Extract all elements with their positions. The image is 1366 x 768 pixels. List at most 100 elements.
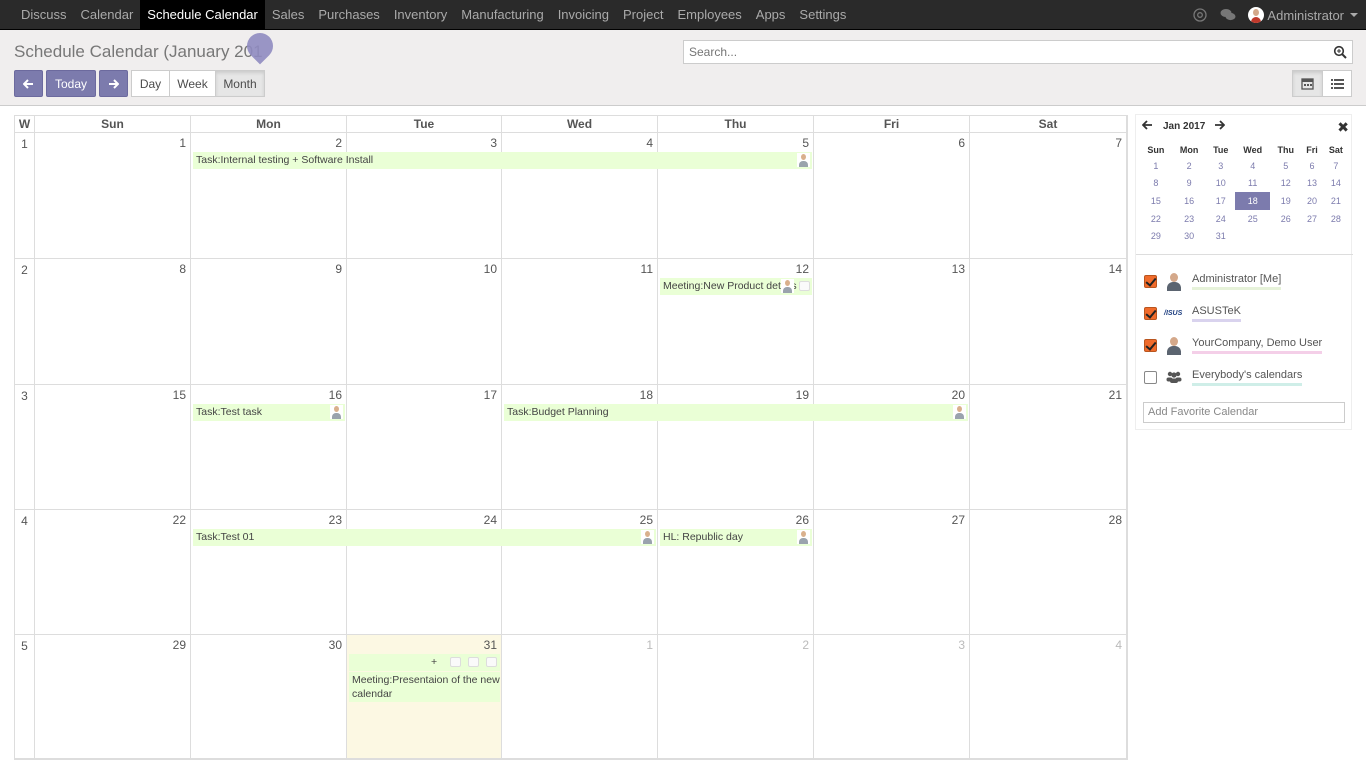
- mini-calendar-day[interactable]: 13: [1301, 175, 1323, 193]
- mini-calendar-day[interactable]: 29: [1140, 227, 1172, 245]
- menu-item-discuss[interactable]: Discuss: [14, 0, 74, 29]
- user-menu[interactable]: Administrator: [1248, 7, 1358, 23]
- filter-checkbox[interactable]: [1144, 274, 1157, 288]
- calendar-filter[interactable]: Administrator [Me]: [1144, 270, 1282, 292]
- mini-calendar-day[interactable]: 15: [1140, 192, 1172, 210]
- calendar-event[interactable]: Meeting:Presentaion of the new calendar: [349, 672, 500, 702]
- mini-calendar-day[interactable]: 7: [1323, 157, 1349, 175]
- search-icon[interactable]: [1333, 45, 1347, 59]
- day-cell[interactable]: 3: [814, 635, 970, 759]
- mini-calendar-day[interactable]: 4: [1235, 157, 1270, 175]
- calendar-event[interactable]: Task:Internal testing + Software Install: [193, 152, 812, 169]
- calendar-event[interactable]: Task:Budget Planning: [504, 404, 968, 421]
- mini-calendar-day[interactable]: 9: [1172, 175, 1207, 193]
- calendar-icon: [1301, 78, 1314, 90]
- mini-calendar-day[interactable]: 14: [1323, 175, 1349, 193]
- mini-calendar-day[interactable]: 6: [1301, 157, 1323, 175]
- mini-calendar-day[interactable]: 19: [1270, 192, 1301, 210]
- day-cell[interactable]: 14: [970, 259, 1127, 385]
- chat-icon[interactable]: [1218, 5, 1238, 25]
- view-month-button[interactable]: Month: [215, 70, 265, 97]
- mini-calendar-day[interactable]: 2: [1172, 157, 1207, 175]
- menu-item-project[interactable]: Project: [616, 0, 670, 29]
- view-day-button[interactable]: Day: [131, 70, 170, 97]
- mini-calendar-day[interactable]: 25: [1235, 210, 1270, 228]
- add-favorite-calendar-input[interactable]: Add Favorite Calendar: [1143, 402, 1345, 423]
- menu-item-settings[interactable]: Settings: [792, 0, 853, 29]
- menu-item-manufacturing[interactable]: Manufacturing: [454, 0, 550, 29]
- attendee-avatar: [1164, 335, 1184, 355]
- mini-calendar-day[interactable]: 20: [1301, 192, 1323, 210]
- day-cell[interactable]: 29: [35, 635, 191, 759]
- calendar-filter[interactable]: YourCompany, Demo User: [1144, 334, 1323, 356]
- day-cell[interactable]: 27: [814, 510, 970, 635]
- mini-calendar-day[interactable]: 5: [1270, 157, 1301, 175]
- filter-checkbox[interactable]: [1144, 338, 1157, 352]
- calendar-event[interactable]: Task:Test 01: [193, 529, 656, 546]
- mini-calendar-day[interactable]: 11: [1235, 175, 1270, 193]
- day-number: 1: [179, 136, 186, 150]
- day-cell[interactable]: 30: [191, 635, 347, 759]
- today-button[interactable]: Today: [46, 70, 96, 97]
- menu-item-schedule-calendar[interactable]: Schedule Calendar: [140, 0, 265, 29]
- mini-calendar-day[interactable]: 26: [1270, 210, 1301, 228]
- mini-calendar-day[interactable]: 24: [1206, 210, 1235, 228]
- day-cell[interactable]: 9: [191, 259, 347, 385]
- list-view-button[interactable]: [1322, 70, 1352, 97]
- day-cell[interactable]: 7: [970, 133, 1127, 259]
- mini-calendar-day[interactable]: 16: [1172, 192, 1207, 210]
- day-cell[interactable]: 6: [814, 133, 970, 259]
- day-cell[interactable]: 1: [35, 133, 191, 259]
- mini-next-month-button[interactable]: [1214, 119, 1226, 133]
- mini-calendar-day[interactable]: 28: [1323, 210, 1349, 228]
- mini-calendar-day[interactable]: 21: [1323, 192, 1349, 210]
- mini-calendar-day[interactable]: 12: [1270, 175, 1301, 193]
- mini-prev-month-button[interactable]: [1141, 119, 1153, 133]
- calendar-event[interactable]: Task:Test task: [193, 404, 345, 421]
- mini-calendar-day[interactable]: 18: [1235, 192, 1271, 210]
- menu-item-purchases[interactable]: Purchases: [311, 0, 386, 29]
- mini-calendar-day[interactable]: 8: [1140, 175, 1172, 193]
- menu-item-calendar[interactable]: Calendar: [74, 0, 141, 29]
- filter-checkbox[interactable]: [1144, 370, 1157, 384]
- filter-checkbox[interactable]: [1144, 306, 1157, 320]
- view-week-button[interactable]: Week: [169, 70, 216, 97]
- calendar-view-button[interactable]: [1292, 70, 1323, 97]
- day-cell[interactable]: 15: [35, 385, 191, 510]
- calendar-event[interactable]: Meeting:New Product details: [660, 278, 812, 295]
- day-cell[interactable]: 11: [502, 259, 658, 385]
- day-cell[interactable]: 17: [347, 385, 502, 510]
- day-cell[interactable]: 1: [502, 635, 658, 759]
- menu-item-employees[interactable]: Employees: [670, 0, 748, 29]
- mini-calendar-day[interactable]: 31: [1206, 227, 1235, 245]
- search-input[interactable]: [684, 41, 1324, 63]
- day-cell[interactable]: 28: [970, 510, 1127, 635]
- mention-icon[interactable]: [1190, 5, 1210, 25]
- menu-item-apps[interactable]: Apps: [749, 0, 793, 29]
- day-cell[interactable]: 2: [658, 635, 814, 759]
- mini-calendar-day[interactable]: 30: [1172, 227, 1207, 245]
- calendar-filter[interactable]: Everybody's calendars: [1144, 366, 1303, 388]
- close-icon[interactable]: ✖: [1337, 119, 1349, 136]
- next-button[interactable]: [99, 70, 128, 97]
- calendar-event[interactable]: HL: Republic day: [660, 529, 812, 546]
- day-cell[interactable]: 4: [970, 635, 1127, 759]
- day-cell[interactable]: 13: [814, 259, 970, 385]
- mini-calendar-day[interactable]: 23: [1172, 210, 1207, 228]
- day-cell[interactable]: 10: [347, 259, 502, 385]
- menu-item-sales[interactable]: Sales: [265, 0, 312, 29]
- day-cell[interactable]: 22: [35, 510, 191, 635]
- day-cell[interactable]: 21: [970, 385, 1127, 510]
- day-cell[interactable]: 8: [35, 259, 191, 385]
- calendar-filter[interactable]: /ISUS ASUSTeK: [1144, 302, 1241, 324]
- mini-calendar-day[interactable]: 17: [1206, 192, 1235, 210]
- day-number: 1: [646, 638, 653, 652]
- mini-calendar-day[interactable]: 22: [1140, 210, 1172, 228]
- mini-calendar-day[interactable]: 27: [1301, 210, 1323, 228]
- mini-calendar-day[interactable]: 3: [1206, 157, 1235, 175]
- menu-item-invoicing[interactable]: Invoicing: [551, 0, 616, 29]
- mini-calendar-day[interactable]: 10: [1206, 175, 1235, 193]
- previous-button[interactable]: [14, 70, 43, 97]
- menu-item-inventory[interactable]: Inventory: [387, 0, 454, 29]
- mini-calendar-day[interactable]: 1: [1140, 157, 1172, 175]
